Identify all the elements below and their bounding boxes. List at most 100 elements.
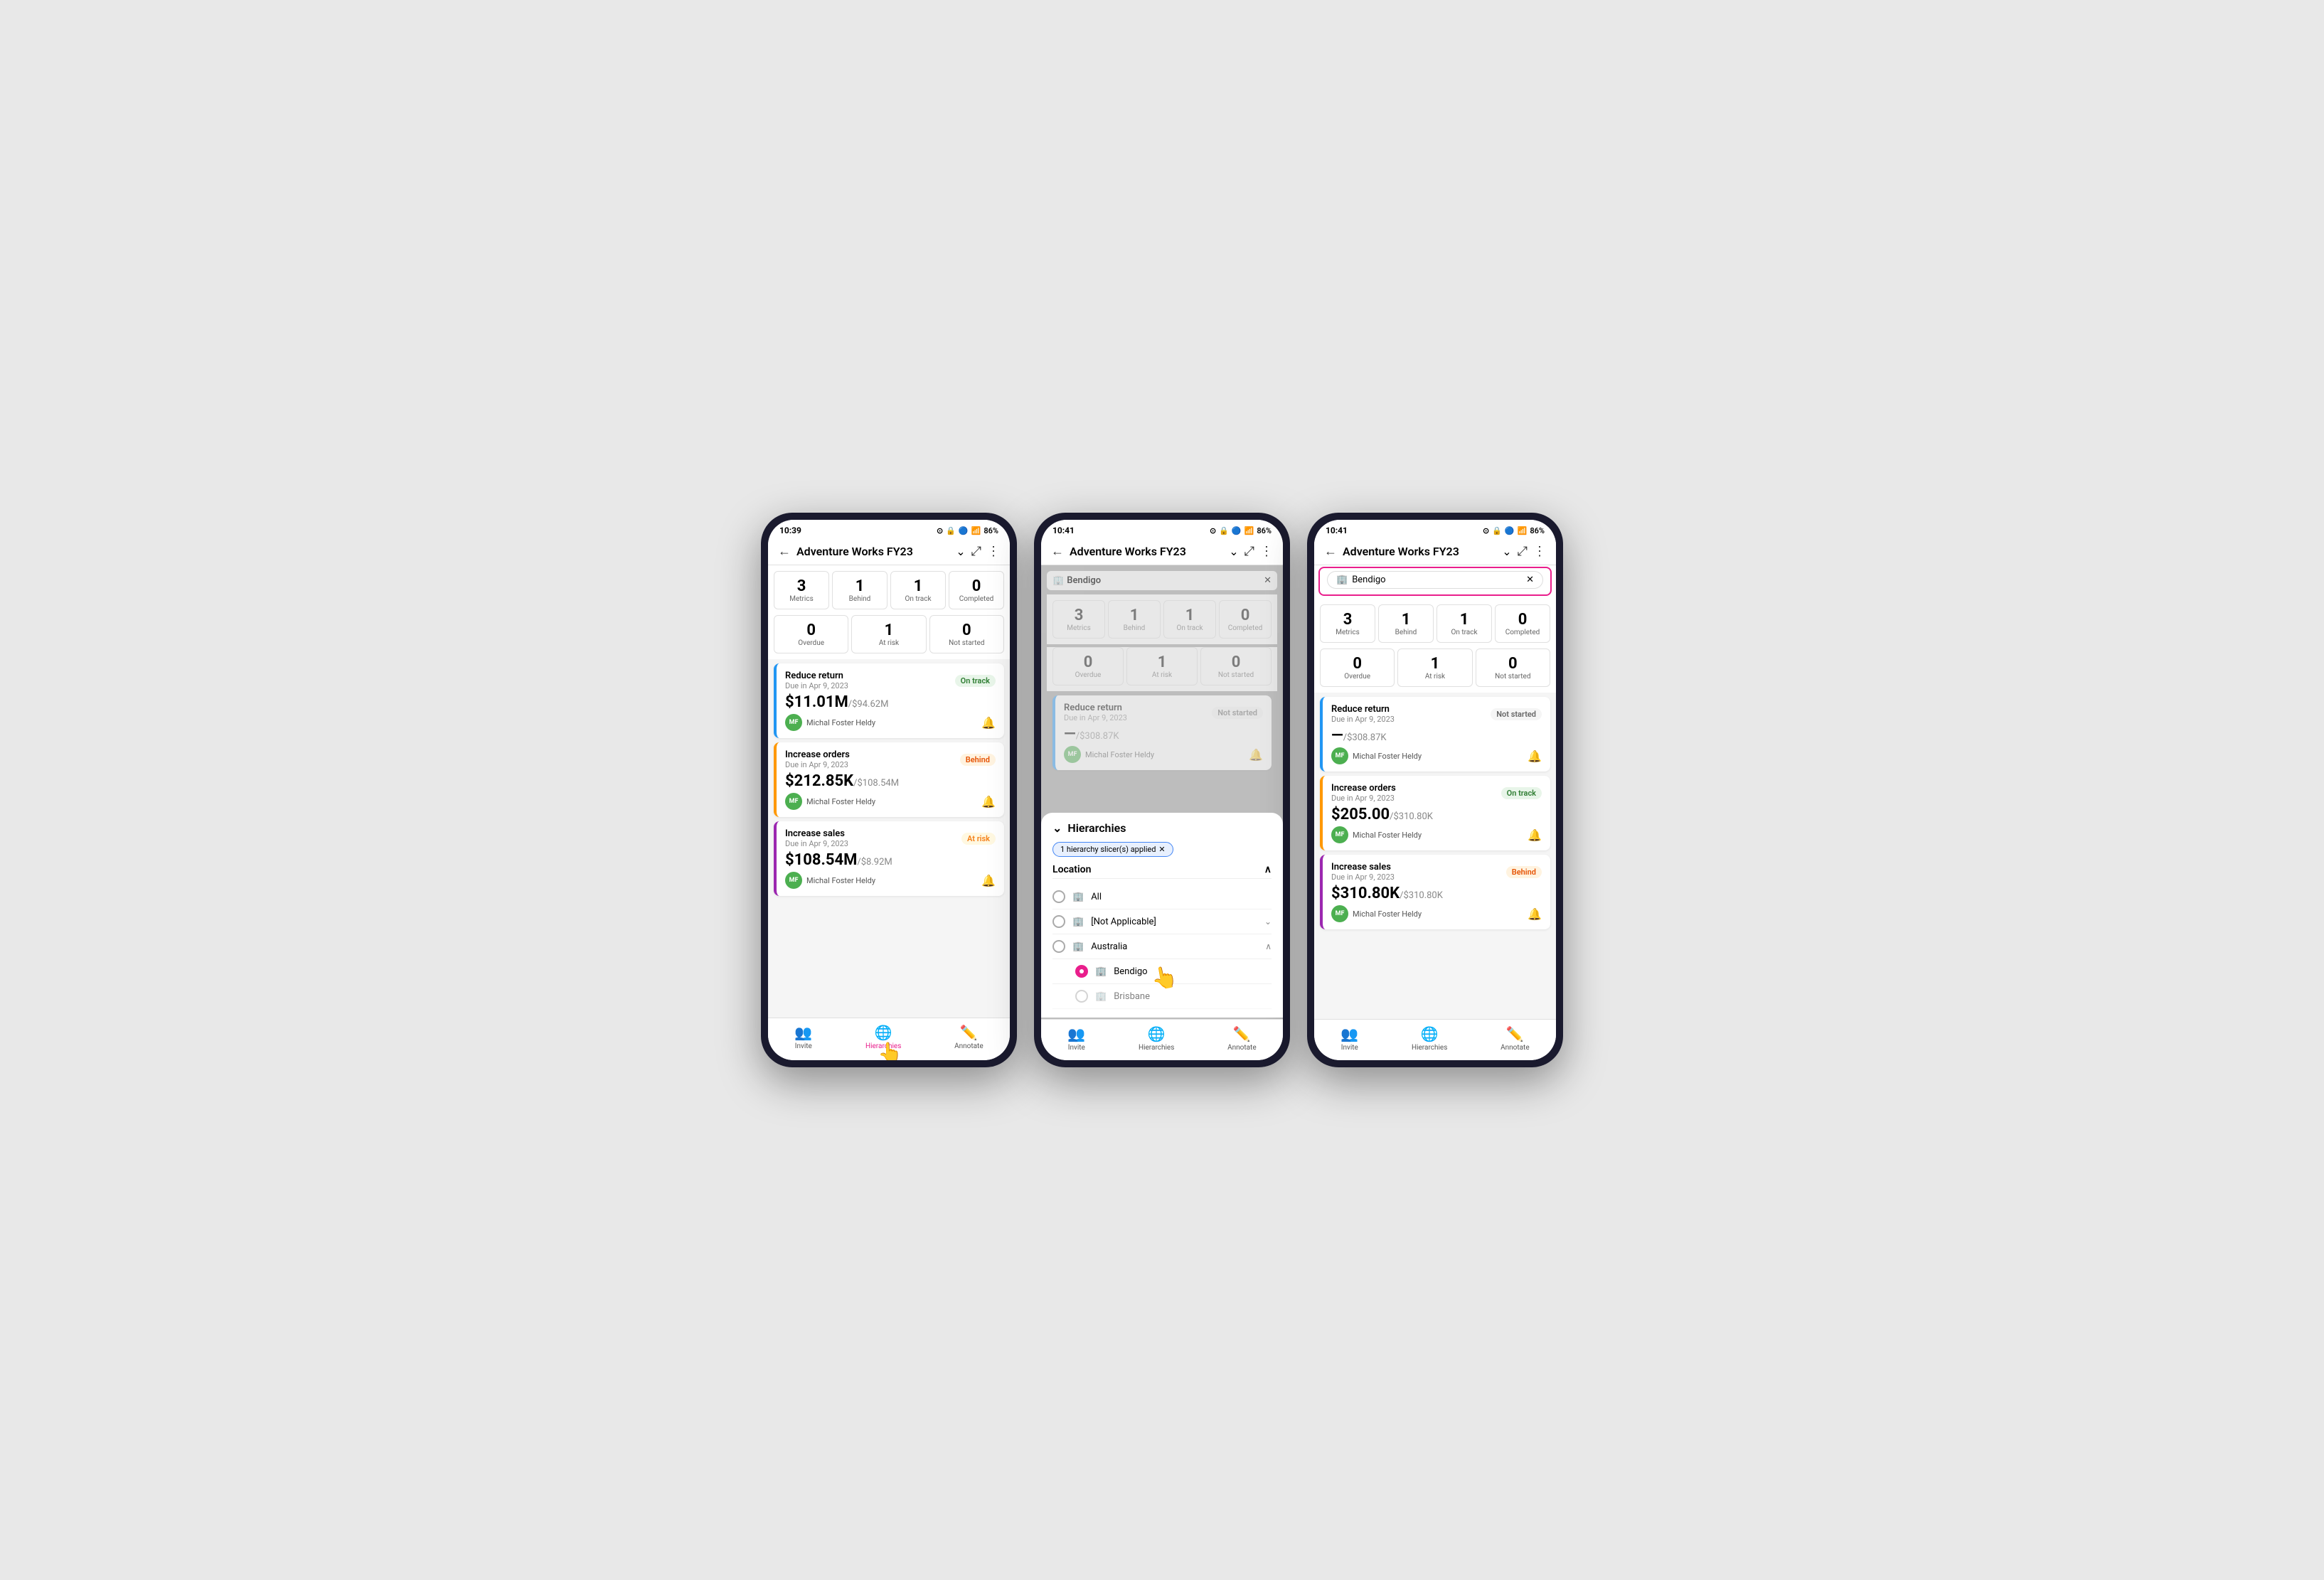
- back-icon-2[interactable]: ←: [1051, 544, 1064, 559]
- metric-ontrack-3[interactable]: 1 On track: [1436, 604, 1492, 643]
- expand-icon-2[interactable]: ⤢: [1244, 544, 1254, 559]
- nav-invite-label: Invite: [795, 1042, 812, 1050]
- kpi-increase-orders-1[interactable]: Increase orders Due in Apr 9, 2023 Behin…: [774, 742, 1004, 817]
- radio-all[interactable]: [1052, 890, 1065, 903]
- phone-3-header-area: ← Adventure Works FY23 ⌄ ⤢ ⋮ 🏢 Bendigo ✕: [1314, 538, 1556, 599]
- phone-1: 10:39 ⊙ 🔒 🔵 📶 86% ← Adventure Works FY23…: [761, 513, 1017, 1067]
- expand-notapplicable-icon[interactable]: ⌄: [1264, 917, 1272, 927]
- nav-hierarchies-2[interactable]: 🌐 Hierarchies: [1139, 1025, 1174, 1052]
- filter-chip-close-2[interactable]: ✕: [1264, 575, 1272, 586]
- phone-2: 10:41 ⊙ 🔒 🔵 📶 86% ← Adventure Works FY23…: [1034, 513, 1290, 1067]
- location-label-bendigo: Bendigo: [1114, 966, 1147, 977]
- location-label: Location: [1052, 864, 1091, 875]
- metric-notstarted-1[interactable]: 0 Not started: [929, 615, 1004, 653]
- filter-chip-bar-2: 🏢 Bendigo ✕: [1047, 571, 1277, 590]
- radio-notapplicable[interactable]: [1052, 915, 1065, 928]
- bg-metrics2-2: 0Overdue 1At risk 0Not started: [1047, 647, 1277, 691]
- metrics-grid-2-phone3: 0 Overdue 1 At risk 0 Not started: [1314, 648, 1556, 693]
- status-bar-3: 10:41 ⊙ 🔒 🔵 📶 86%: [1314, 520, 1556, 538]
- kpi-increase-orders-3[interactable]: Increase orders Due in Apr 9, 2023 On tr…: [1320, 776, 1550, 850]
- location-item-australia[interactable]: 🏢 Australia ∧: [1052, 934, 1272, 959]
- filter-applied-row: 1 hierarchy slicer(s) applied ✕: [1052, 842, 1272, 857]
- metric-overdue-1[interactable]: 0 Overdue: [774, 615, 848, 653]
- nav-annotate-3[interactable]: ✏️ Annotate: [1501, 1025, 1530, 1052]
- dropdown-icon-2[interactable]: ⌄: [1229, 545, 1238, 558]
- nav-hierarchies-1[interactable]: 🌐 Hierarchies 👆: [865, 1024, 901, 1052]
- more-icon-1[interactable]: ⋮: [987, 544, 1000, 559]
- nav-hierarchies-3[interactable]: 🌐 Hierarchies: [1412, 1025, 1447, 1052]
- metric-number: 3: [777, 577, 826, 595]
- expand-icon-3[interactable]: ⤢: [1518, 544, 1528, 559]
- filter-chip-applied[interactable]: 1 hierarchy slicer(s) applied ✕: [1052, 842, 1173, 857]
- dropdown-icon-3[interactable]: ⌄: [1502, 545, 1511, 558]
- nav-annotate-label-3: Annotate: [1501, 1044, 1530, 1052]
- bg-avatar: MF: [1064, 746, 1081, 763]
- metric-atrisk-1[interactable]: 1 At risk: [851, 615, 926, 653]
- radio-australia[interactable]: [1052, 940, 1065, 953]
- metrics-grid-3: 3 Metrics 1 Behind 1 On track 0 Complete…: [1314, 599, 1556, 648]
- kpi-badge-atrisk: At risk: [961, 833, 996, 845]
- location-item-all[interactable]: 🏢 All: [1052, 885, 1272, 909]
- expand-icon-1[interactable]: ⤢: [971, 544, 981, 559]
- hier-icon-notapplicable: 🏢: [1072, 917, 1084, 927]
- avatar-2: MF: [785, 793, 802, 810]
- kpi-badge-ontrack-3: On track: [1501, 787, 1542, 799]
- top-bar-1: ← Adventure Works FY23 ⌄ ⤢ ⋮: [768, 538, 1010, 565]
- metric-metrics-1[interactable]: 3 Metrics: [774, 571, 829, 609]
- metric-behind-3[interactable]: 1 Behind: [1378, 604, 1434, 643]
- bendigo-chip[interactable]: 🏢 Bendigo ✕: [1327, 571, 1543, 589]
- back-icon-3[interactable]: ←: [1324, 544, 1337, 559]
- location-section-header: Location ∧: [1052, 864, 1272, 879]
- cursor-hand-1: 👆: [878, 1041, 902, 1060]
- bg-metric-behind: 1Behind: [1108, 600, 1161, 639]
- kpi-increase-sales-1[interactable]: Increase sales Due in Apr 9, 2023 At ris…: [774, 821, 1004, 896]
- metric-notstarted-3[interactable]: 0 Not started: [1476, 648, 1550, 687]
- kpi-due: Due in Apr 9, 2023: [785, 681, 848, 690]
- kpi-reduce-return-1[interactable]: Reduce return Due in Apr 9, 2023 On trac…: [774, 663, 1004, 738]
- invite-icon: 👥: [794, 1024, 812, 1041]
- nav-hierarchies-label-2: Hierarchies: [1139, 1044, 1174, 1052]
- avatar-3: MF: [785, 872, 802, 889]
- filter-chip-x[interactable]: ✕: [1158, 845, 1165, 854]
- more-icon-2[interactable]: ⋮: [1260, 544, 1273, 559]
- metric-metrics-3[interactable]: 3 Metrics: [1320, 604, 1375, 643]
- metric-overdue-3[interactable]: 0 Overdue: [1320, 648, 1395, 687]
- bendigo-filter-area: 🏢 Bendigo ✕: [1318, 567, 1552, 596]
- notification-icon-2: 🔔: [981, 795, 996, 808]
- metrics-grid-2-phone1: 0 Overdue 1 At risk 0 Not started: [768, 615, 1010, 659]
- more-icon-3[interactable]: ⋮: [1533, 544, 1546, 559]
- nav-annotate-1[interactable]: ✏️ Annotate: [954, 1024, 984, 1052]
- expand-australia-icon[interactable]: ∧: [1265, 941, 1272, 951]
- nav-invite-2[interactable]: 👥 Invite: [1067, 1025, 1085, 1052]
- radio-bendigo[interactable]: [1075, 965, 1088, 978]
- kpi-badge-notstarted-3: Not started: [1491, 708, 1542, 720]
- nav-hierarchies-label-3: Hierarchies: [1412, 1044, 1447, 1052]
- nav-annotate-label-2: Annotate: [1227, 1044, 1257, 1052]
- metric-label: Metrics: [777, 595, 826, 603]
- kpi-reduce-return-3[interactable]: Reduce return Due in Apr 9, 2023 Not sta…: [1320, 697, 1550, 772]
- back-icon-1[interactable]: ←: [778, 544, 791, 559]
- hierarchies-icon: 🌐: [875, 1024, 892, 1041]
- nav-annotate-2[interactable]: ✏️ Annotate: [1227, 1025, 1257, 1052]
- cursor-hand-2: 👆: [1149, 964, 1180, 993]
- radio-brisbane[interactable]: [1075, 990, 1088, 1003]
- metric-atrisk-3[interactable]: 1 At risk: [1397, 648, 1472, 687]
- metric-behind-1[interactable]: 1 Behind: [832, 571, 888, 609]
- owner-name-1: Michal Foster Heldy: [806, 718, 875, 727]
- hier-icon-all: 🏢: [1072, 892, 1084, 902]
- metric-ontrack-1[interactable]: 1 On track: [890, 571, 946, 609]
- metric-completed-3[interactable]: 0 Completed: [1495, 604, 1550, 643]
- location-collapse-icon[interactable]: ∧: [1264, 864, 1272, 875]
- location-item-notapplicable[interactable]: 🏢 [Not Applicable] ⌄: [1052, 909, 1272, 934]
- metric-completed-1[interactable]: 0 Completed: [949, 571, 1004, 609]
- bg-metric-ontrack: 1On track: [1163, 600, 1216, 639]
- nav-invite-1[interactable]: 👥 Invite: [794, 1024, 812, 1052]
- hierarchy-person-icon-2: 🏢: [1052, 575, 1064, 586]
- dropdown-icon-1[interactable]: ⌄: [956, 545, 965, 558]
- kpi-increase-sales-3[interactable]: Increase sales Due in Apr 9, 2023 Behind…: [1320, 855, 1550, 929]
- status-icons-3: ⊙ 🔒 🔵 📶 86%: [1483, 526, 1545, 535]
- nav-invite-3[interactable]: 👥 Invite: [1340, 1025, 1358, 1052]
- annotate-icon-3: ✏️: [1506, 1025, 1524, 1042]
- bendigo-close-icon[interactable]: ✕: [1526, 575, 1534, 585]
- metrics-grid-1: 3 Metrics 1 Behind 1 On track 0 Complete…: [768, 565, 1010, 615]
